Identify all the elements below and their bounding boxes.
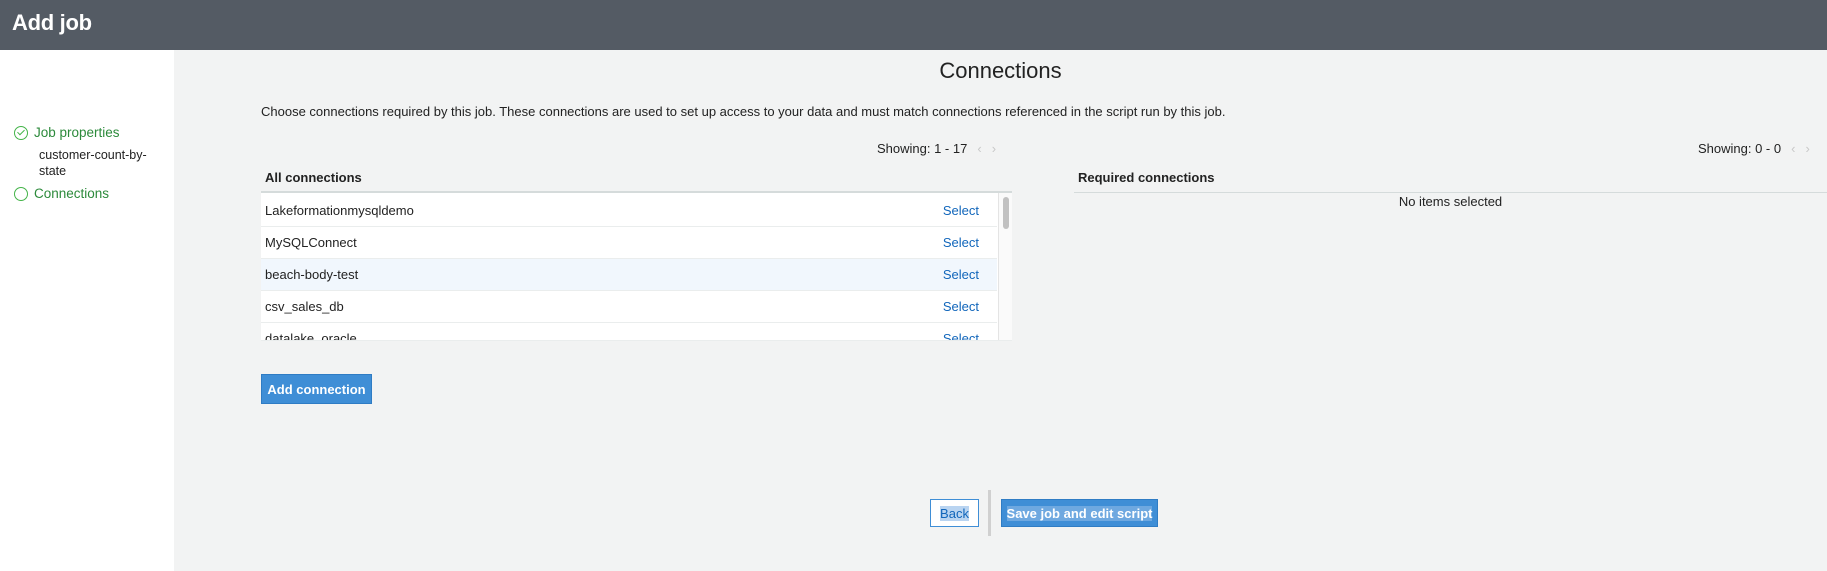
save-job-and-edit-script-button[interactable]: Save job and edit script	[1001, 499, 1158, 527]
table-row[interactable]: csv_sales_db Select	[261, 291, 997, 323]
chevron-left-icon[interactable]: ‹	[1791, 141, 1795, 156]
select-link[interactable]: Select	[943, 235, 979, 250]
select-link[interactable]: Select	[943, 299, 979, 314]
chevron-left-icon[interactable]: ‹	[977, 141, 981, 156]
chevron-right-icon[interactable]: ›	[1805, 141, 1809, 156]
table-row[interactable]: Lakeformationmysqldemo Select	[261, 195, 997, 227]
page-header-title: Add job	[12, 10, 92, 35]
chevron-right-icon[interactable]: ›	[992, 141, 996, 156]
table-row[interactable]: beach-body-test Select	[261, 259, 997, 291]
connection-name: csv_sales_db	[265, 299, 344, 314]
save-button-label: Save job and edit script	[1006, 505, 1153, 521]
select-link[interactable]: Select	[943, 267, 979, 282]
step-connections[interactable]: Connections	[14, 186, 109, 201]
table-row[interactable]: MySQLConnect Select	[261, 227, 997, 259]
table-header: All connections	[261, 163, 1012, 193]
step-label: Connections	[34, 186, 110, 201]
top-header: Add job	[0, 0, 1827, 50]
circle-icon	[14, 186, 28, 201]
scrollbar-thumb[interactable]	[1003, 197, 1009, 229]
all-connections-pagination: Showing: 1 - 17 ‹ ›	[877, 141, 996, 156]
connection-name: beach-body-test	[265, 267, 359, 282]
step-job-name: customer-count-by-state	[39, 148, 147, 178]
required-connections-pagination: Showing: 0 - 0 ‹ ›	[1698, 141, 1810, 156]
page-description: Choose connections required by this job.…	[261, 104, 1226, 119]
step-label: Job properties	[34, 125, 120, 140]
page-title: Connections	[939, 58, 1062, 83]
table-scrollbar[interactable]	[998, 193, 1012, 340]
connection-name: MySQLConnect	[265, 235, 357, 250]
footer-divider	[988, 490, 991, 536]
required-connections-table: Required connections	[1074, 163, 1827, 197]
select-link[interactable]: Select	[943, 203, 979, 218]
connection-name: Lakeformationmysqldemo	[265, 203, 414, 218]
table-row[interactable]: datalake_oracle Select	[261, 323, 997, 341]
back-button[interactable]: Back	[930, 499, 979, 527]
empty-state-text: No items selected	[1398, 194, 1503, 209]
all-connections-table: All connections Lakeformationmysqldemo S…	[261, 163, 1012, 341]
wizard-sidebar: Job properties customer-count-by-state C…	[0, 50, 174, 571]
add-connection-button[interactable]: Add connection	[261, 374, 372, 404]
back-button-label: Back	[940, 505, 969, 521]
table-header: Required connections	[1074, 163, 1827, 193]
connection-name: datalake_oracle	[265, 331, 357, 341]
step-job-properties[interactable]: Job properties	[14, 125, 120, 140]
pagination-text: Showing: 0 - 0	[1698, 141, 1782, 156]
pagination-text: Showing: 1 - 17	[877, 141, 968, 156]
check-circle-icon	[14, 125, 28, 140]
select-link[interactable]: Select	[943, 331, 979, 340]
